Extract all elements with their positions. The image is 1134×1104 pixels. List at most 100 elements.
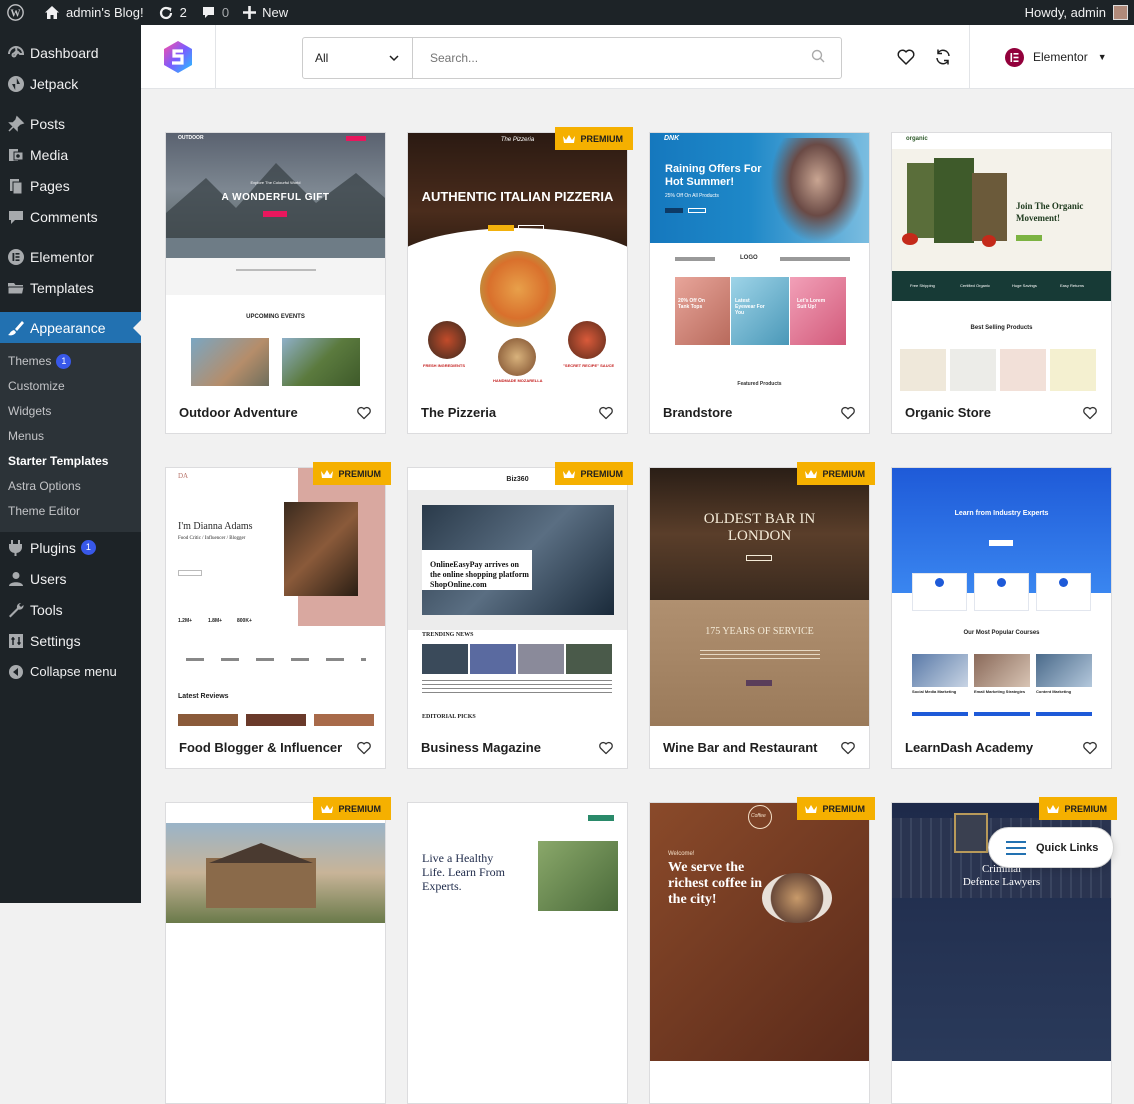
chevron-down-icon [389,55,399,62]
brandstore-hero-1: Raining Offers For [665,163,762,175]
user-icon [6,569,26,589]
food-stat-3: 800K+ [237,618,252,624]
refresh-icon [936,49,950,65]
heart-icon[interactable] [1082,405,1098,421]
template-card[interactable]: organic Join The Organic Movement! Free … [891,132,1112,434]
category-filter-select[interactable]: All [303,38,413,78]
sync-library-button[interactable] [933,47,953,72]
caret-down-icon: ▼ [1097,52,1107,62]
premium-badge: PREMIUM [554,127,633,150]
starter-templates-logo[interactable] [141,25,216,89]
elementor-icon [6,247,26,267]
winebar-sub: 175 YEARS OF SERVICE [705,626,814,637]
menu-collapse[interactable]: Collapse menu [0,656,141,687]
submenu-starter-templates[interactable]: Starter Templates [0,449,141,474]
submenu-widgets[interactable]: Widgets [0,399,141,424]
menu-posts[interactable]: Posts [0,108,141,139]
wrench-icon [6,600,26,620]
heart-icon[interactable] [1082,740,1098,756]
search-input[interactable]: Search... [413,38,841,78]
elementor-logo-icon [1005,47,1024,67]
submenu-themes[interactable]: Themes 1 [0,349,141,374]
greeting: Howdy, admin [1024,5,1106,20]
menu-plugins[interactable]: Plugins 1 [0,532,141,563]
learndash-hero: Learn from Industry Experts [954,510,1049,517]
collapse-icon [6,662,26,682]
template-preview: The Pizzeria AUTHENTIC ITALIAN PIZZERIA … [408,133,627,391]
brandstore-brand: DNK [664,135,680,142]
lawyers-hero-2: Defence Lawyers [962,876,1041,888]
wordpress-logo-button[interactable]: W [0,0,37,25]
menu-appearance[interactable]: Appearance [0,312,141,343]
menu-label: Appearance [30,319,106,336]
plus-icon [243,6,257,19]
heart-icon[interactable] [840,740,856,756]
quick-links-button[interactable]: Quick Links [988,827,1114,868]
template-card[interactable]: PREMIUM [165,797,391,1104]
coffee-hero-1: We serve the [668,860,745,875]
crown-icon [562,469,575,478]
healthy-hero-3: Experts. [422,879,462,893]
template-title: Food Blogger & Influencer [179,739,343,755]
appearance-submenu: Themes 1 Customize Widgets Menus Starter … [0,343,141,532]
heart-icon[interactable] [356,740,372,756]
menu-users[interactable]: Users [0,563,141,594]
menu-settings[interactable]: Settings [0,625,141,656]
submenu-astra-options[interactable]: Astra Options [0,474,141,499]
coffee-brand: Coffee [751,813,766,819]
brandstore-hero-2: Hot Summer! [665,176,735,188]
crown-icon [320,469,333,478]
menu-label: Collapse menu [30,664,117,679]
submenu-customize[interactable]: Customize [0,374,141,399]
template-card[interactable]: PREMIUM DA I'm Dianna Adams Food Critic … [165,462,391,769]
menu-pages[interactable]: Pages [0,170,141,201]
template-card[interactable]: PREMIUM Biz360 OnlineEasyPay arrives on … [407,462,633,769]
account-menu[interactable]: Howdy, admin [1025,5,1134,20]
menu-jetpack[interactable]: Jetpack [0,68,141,99]
menu-templates[interactable]: Templates [0,272,141,303]
template-card[interactable]: PREMIUM The Pizzeria AUTHENTIC ITALIAN P… [407,127,633,434]
starter-templates-logo-icon [164,41,192,73]
heart-icon[interactable] [598,405,614,421]
learndash-course-2: Email Marketing Strategies [974,689,1026,694]
dashboard-icon [6,43,26,63]
heart-icon[interactable] [598,740,614,756]
search-bar: All Search... [302,37,842,79]
menu-comments[interactable]: Comments [0,201,141,232]
new-content-link[interactable]: New [236,0,295,25]
site-name-link[interactable]: admin's Blog! [37,0,151,25]
template-card[interactable]: Learn from Industry Experts Our Most Pop… [891,467,1112,769]
comments-link[interactable]: 0 [194,0,236,25]
template-card[interactable]: PREMIUM OLDEST BAR IN LONDON 175 YEARS O… [649,462,875,769]
menu-media[interactable]: Media [0,139,141,170]
organic-section: Best Selling Products [970,325,1033,331]
page-builder-select[interactable]: Elementor ▼ [969,25,1134,89]
brandstore-sub: 25% Off On All Products [665,193,719,199]
svg-text:W: W [10,8,21,19]
menu-tools[interactable]: Tools [0,594,141,625]
template-title: Wine Bar and Restaurant [663,739,818,755]
coffee-hero-2: richest coffee in [668,876,763,891]
menu-elementor[interactable]: Elementor [0,241,141,272]
template-card[interactable]: PREMIUM Coffee Welcome! We serve the ric… [649,797,875,1104]
submenu-theme-editor[interactable]: Theme Editor [0,499,141,524]
menu-dashboard[interactable]: Dashboard [0,37,141,68]
submenu-menus[interactable]: Menus [0,424,141,449]
template-preview: OLDEST BAR IN LONDON 175 YEARS OF SERVIC… [650,468,869,726]
heart-icon[interactable] [356,405,372,421]
submenu-label: Themes [8,354,52,368]
site-name: admin's Blog! [66,5,144,20]
template-card[interactable]: Live a Healthy Life. Learn From Experts. [407,802,628,1104]
heart-icon[interactable] [840,405,856,421]
quick-links-label: Quick Links [1036,841,1099,854]
favorites-button[interactable] [896,47,916,72]
template-preview: DA I'm Dianna Adams Food Critic / Influe… [166,468,385,726]
submenu-label: Menus [8,429,45,443]
template-card[interactable]: DNK Raining Offers For Hot Summer! 25% O… [649,132,870,434]
menu-label: Comments [30,208,98,225]
template-card[interactable]: OUTDOOR Explore The Colourful World A WO… [165,132,386,434]
updates-link[interactable]: 2 [151,0,194,25]
comments-count: 0 [221,5,230,20]
brandstore-logo: LOGO [740,255,758,261]
template-preview: Learn from Industry Experts Our Most Pop… [892,468,1111,726]
